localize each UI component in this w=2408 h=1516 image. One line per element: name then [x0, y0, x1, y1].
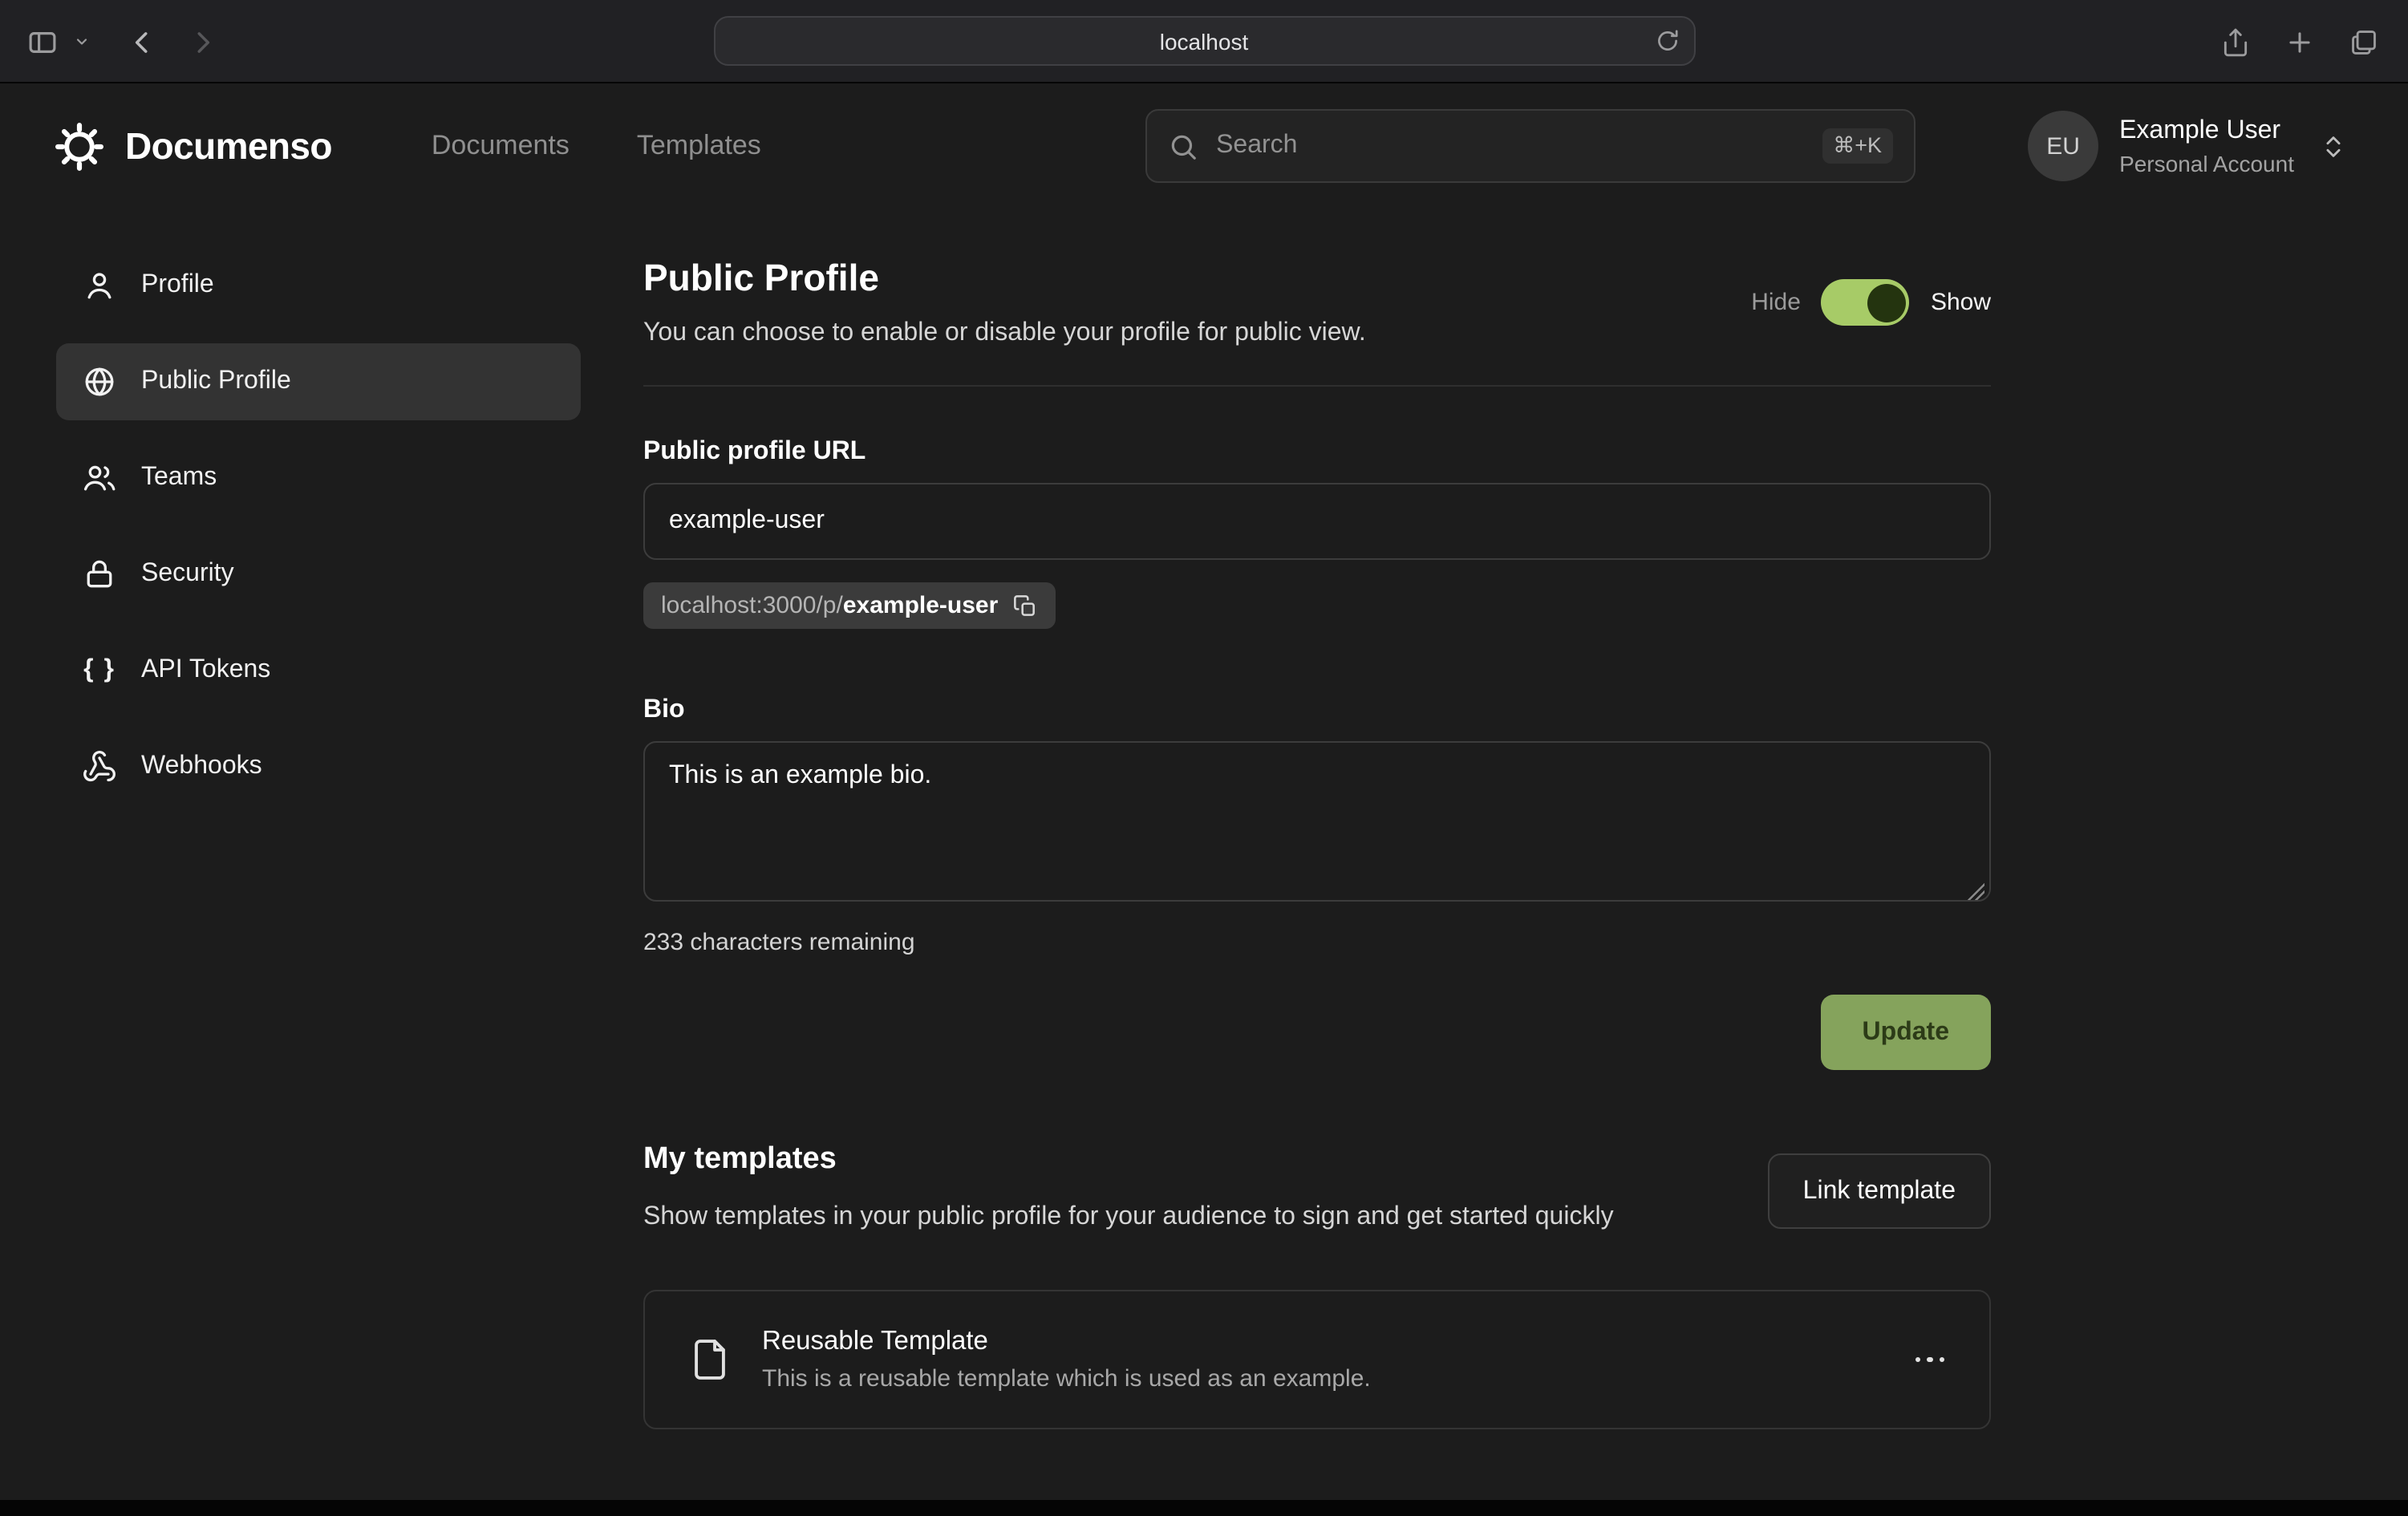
- browser-chrome: localhost: [0, 0, 2408, 83]
- copy-icon[interactable]: [1012, 593, 1038, 618]
- share-icon[interactable]: [2220, 26, 2251, 57]
- template-menu-ellipsis-icon[interactable]: [1911, 1348, 1948, 1372]
- page-title: Public Profile: [643, 257, 1366, 300]
- reload-icon[interactable]: [1653, 27, 1680, 55]
- sidebar-item-label: Profile: [141, 271, 214, 300]
- settings-sidebar: Profile Public Profile Teams Security: [56, 247, 581, 805]
- sidebar-item-profile[interactable]: Profile: [56, 247, 581, 324]
- characters-remaining: 233 characters remaining: [643, 929, 1991, 956]
- account-type: Personal Account: [2119, 150, 2294, 176]
- user-icon: [80, 268, 119, 303]
- address-bar-url: localhost: [1160, 28, 1249, 54]
- sidebar-toggle-icon[interactable]: [26, 25, 59, 59]
- bio-textarea[interactable]: This is an example bio.: [643, 741, 1991, 902]
- globe-icon: [80, 364, 119, 399]
- my-templates-title: My templates: [643, 1142, 1614, 1178]
- chevron-down-icon[interactable]: [74, 34, 90, 50]
- chevrons-up-down-icon: [2320, 132, 2347, 160]
- braces-icon: { }: [80, 656, 119, 685]
- address-bar[interactable]: localhost: [713, 16, 1695, 66]
- webhook-icon: [80, 749, 119, 784]
- profile-visibility-toggle[interactable]: [1822, 279, 1910, 326]
- sidebar-item-label: Public Profile: [141, 367, 291, 396]
- brand[interactable]: Documenso: [55, 121, 332, 171]
- profile-url-preview: localhost:3000/p/example-user: [643, 582, 1056, 629]
- sidebar-item-public-profile[interactable]: Public Profile: [56, 343, 581, 420]
- brand-name: Documenso: [125, 124, 332, 168]
- template-card: Reusable Template This is a reusable tem…: [643, 1290, 1991, 1429]
- nav-documents[interactable]: Documents: [432, 130, 570, 162]
- my-templates-description: Show templates in your public profile fo…: [643, 1197, 1614, 1237]
- toggle-show-label: Show: [1931, 289, 1991, 316]
- back-icon[interactable]: [127, 26, 157, 57]
- update-button[interactable]: Update: [1821, 995, 1991, 1070]
- sidebar-item-label: API Tokens: [141, 656, 270, 685]
- tabs-icon[interactable]: [2349, 26, 2379, 57]
- divider: [643, 385, 1991, 387]
- sidebar-item-label: Security: [141, 560, 234, 589]
- url-field-label: Public profile URL: [643, 438, 1991, 467]
- sidebar-item-security[interactable]: Security: [56, 536, 581, 613]
- app-window: localhost: [0, 0, 2408, 1516]
- url-slug: example-user: [843, 592, 998, 619]
- url-prefix: localhost:3000/p/: [661, 592, 843, 619]
- search-shortcut-badge: ⌘+K: [1822, 128, 1893, 164]
- file-icon: [687, 1336, 733, 1383]
- toggle-hide-label: Hide: [1751, 289, 1801, 316]
- template-description: This is a reusable template which is use…: [762, 1365, 1371, 1392]
- nav-templates[interactable]: Templates: [637, 130, 761, 162]
- sidebar-item-webhooks[interactable]: Webhooks: [56, 728, 581, 805]
- search-placeholder: Search: [1216, 132, 1297, 160]
- toggle-knob: [1867, 283, 1906, 322]
- profile-url-input[interactable]: [643, 483, 1991, 560]
- bio-field-label: Bio: [643, 696, 1991, 725]
- account-menu[interactable]: EU Example User Personal Account: [2028, 111, 2347, 181]
- main-nav: Documents Templates: [432, 130, 761, 162]
- page-subtitle: You can choose to enable or disable your…: [643, 319, 1366, 348]
- public-profile-panel: Public Profile You can choose to enable …: [643, 247, 1991, 1429]
- lock-icon: [80, 557, 119, 592]
- sidebar-item-label: Teams: [141, 464, 217, 492]
- sidebar-item-label: Webhooks: [141, 752, 262, 781]
- new-tab-icon[interactable]: [2284, 26, 2315, 57]
- link-template-button[interactable]: Link template: [1768, 1153, 1991, 1229]
- users-icon: [80, 460, 119, 496]
- sidebar-item-teams[interactable]: Teams: [56, 440, 581, 517]
- sidebar-item-api-tokens[interactable]: { } API Tokens: [56, 632, 581, 709]
- avatar: EU: [2028, 111, 2098, 181]
- account-name: Example User: [2119, 116, 2294, 145]
- app-header: Documenso Documents Templates Search ⌘+K…: [0, 83, 2408, 209]
- forward-icon[interactable]: [188, 26, 218, 57]
- search-icon: [1168, 131, 1198, 161]
- window-bottom-edge: [0, 1500, 2408, 1516]
- documenso-logo-icon: [55, 121, 104, 171]
- search-input[interactable]: Search ⌘+K: [1145, 109, 1915, 183]
- template-name: Reusable Template: [762, 1327, 1371, 1357]
